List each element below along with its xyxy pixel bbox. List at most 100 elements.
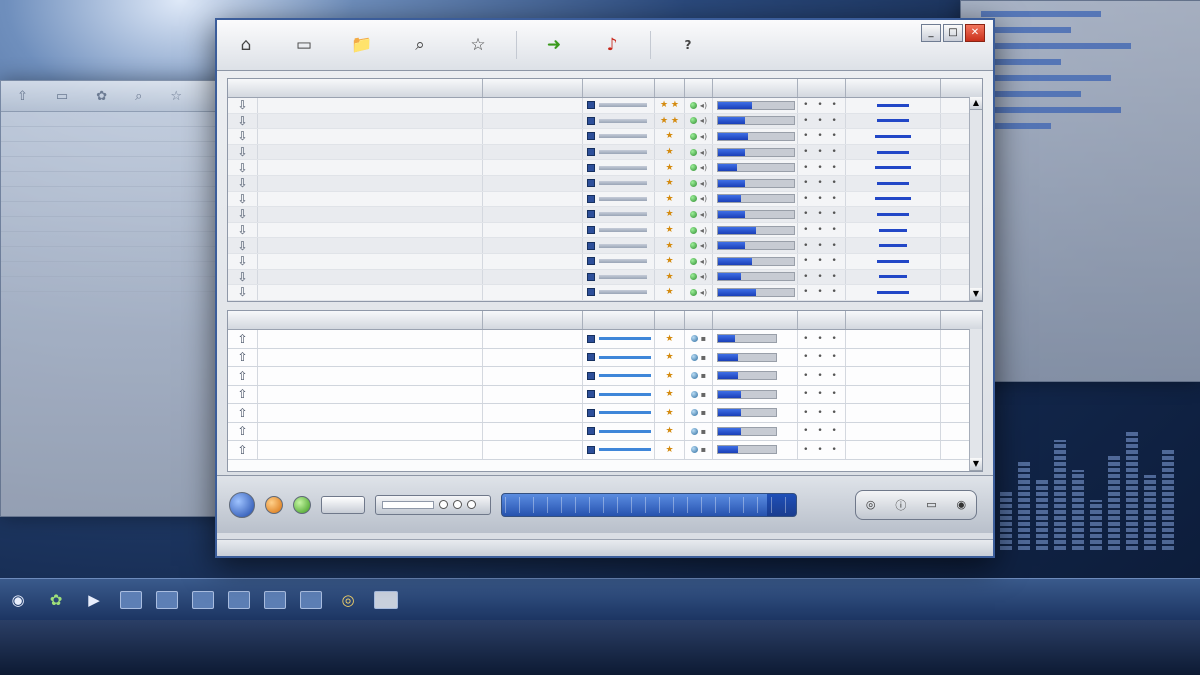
column-header[interactable] bbox=[798, 311, 846, 329]
scroll-down-arrow-icon[interactable]: ▼ bbox=[970, 458, 982, 471]
table-row[interactable]: ⇩★◂)• • • bbox=[228, 207, 982, 223]
record-button[interactable] bbox=[265, 495, 283, 514]
option-dot-icon[interactable] bbox=[467, 500, 476, 509]
window-icon[interactable] bbox=[120, 590, 142, 609]
info-icon[interactable]: ⓘ bbox=[895, 497, 906, 513]
artist-cell bbox=[483, 422, 583, 440]
column-header[interactable] bbox=[846, 311, 941, 329]
table-row[interactable]: ⇩★◂)• • • bbox=[228, 300, 982, 301]
progress-bar bbox=[717, 408, 777, 418]
disc-icon[interactable]: ◎ bbox=[336, 588, 360, 612]
progress-fill bbox=[718, 242, 745, 250]
volume-slider[interactable] bbox=[382, 500, 434, 509]
globe-icon[interactable]: ◉ bbox=[6, 588, 30, 612]
scroll-up-arrow-icon[interactable]: ▲ bbox=[970, 97, 982, 110]
home-icon[interactable]: ⌂ bbox=[217, 25, 275, 65]
forward-icon[interactable]: ➜ bbox=[525, 25, 583, 65]
column-header[interactable] bbox=[583, 79, 655, 97]
window-icon[interactable] bbox=[264, 590, 286, 609]
table-row[interactable]: ⇩★◂)• • • bbox=[228, 238, 982, 254]
rating-stars: ★ ★ bbox=[655, 98, 685, 113]
speed-bar bbox=[877, 212, 909, 216]
stop-button[interactable] bbox=[321, 495, 365, 514]
close-button[interactable]: ✕ bbox=[965, 24, 985, 42]
artist-cell bbox=[483, 144, 583, 160]
table-row[interactable]: ⇩★◂)• • • bbox=[228, 160, 982, 176]
globe-icon[interactable]: ◉ bbox=[956, 498, 966, 511]
play-button[interactable] bbox=[229, 491, 255, 518]
table-row[interactable]: ⇧ ★ ▪ • • • bbox=[228, 404, 982, 423]
scroll-down-arrow-icon[interactable]: ▼ bbox=[970, 288, 982, 301]
image-icon[interactable] bbox=[192, 590, 214, 609]
file-icon bbox=[587, 194, 595, 203]
table-row[interactable]: ⇩★◂)• • • bbox=[228, 175, 982, 192]
column-header[interactable] bbox=[685, 311, 713, 329]
table-row[interactable]: ⇧ ★ ▪ • • • bbox=[228, 385, 982, 404]
table-row[interactable]: ⇧ ★ ▪ • • • bbox=[228, 348, 982, 367]
window-icon[interactable] bbox=[228, 590, 250, 609]
chat-icon[interactable]: ▭ bbox=[275, 25, 333, 65]
status-cell: ◂) bbox=[685, 160, 713, 175]
option-dot-icon[interactable] bbox=[453, 500, 462, 509]
column-header[interactable] bbox=[228, 79, 483, 97]
table-row[interactable]: ⇩ ★ ★ ◂) • • • bbox=[228, 113, 982, 130]
playback-progress-bar[interactable] bbox=[501, 492, 797, 517]
window-icon[interactable] bbox=[156, 590, 178, 609]
scrollbar[interactable]: ▲ ▼ bbox=[969, 97, 982, 301]
blank-button[interactable] bbox=[374, 590, 398, 609]
progress-fill bbox=[718, 446, 739, 454]
table-row[interactable]: ⇧ ★ ▪ • • • bbox=[228, 422, 982, 441]
name-cell bbox=[258, 285, 483, 300]
column-header[interactable] bbox=[483, 79, 583, 97]
table-row[interactable]: ⇧ ★ ▪ • • • bbox=[228, 330, 982, 349]
go-button[interactable] bbox=[293, 495, 311, 514]
upload-list: ⇧ ★ ▪ • • • ⇧ ★ ▪ • • • ⇧ ★ ▪ • • • ⇧ ★ ▪ • • • ⇧ ★ ▪ • • •… bbox=[227, 310, 983, 472]
column-header[interactable] bbox=[228, 311, 483, 329]
column-header[interactable] bbox=[685, 79, 713, 97]
download-arrow-icon: ⇩ bbox=[228, 113, 258, 129]
column-header[interactable] bbox=[655, 79, 685, 97]
table-row[interactable]: ⇧ ★ ▪ • • • bbox=[228, 367, 982, 386]
toggle-icon[interactable]: ▭ bbox=[926, 498, 936, 511]
file-icon bbox=[587, 179, 595, 188]
column-header[interactable] bbox=[713, 311, 798, 329]
progress-bar bbox=[717, 334, 777, 344]
maximize-button[interactable]: □ bbox=[943, 24, 963, 42]
column-header[interactable] bbox=[846, 79, 941, 97]
music-note-icon[interactable]: ♪ bbox=[583, 25, 641, 65]
table-row[interactable]: ⇩★◂)• • • bbox=[228, 129, 982, 145]
search-icon[interactable]: ⌕ bbox=[391, 25, 449, 65]
speed-cell bbox=[846, 238, 941, 253]
column-header[interactable] bbox=[713, 79, 798, 97]
help-icon[interactable]: ? bbox=[659, 25, 717, 65]
table-row[interactable]: ⇩ ★ ★ ◂) • • • bbox=[228, 98, 982, 114]
progress-fill bbox=[718, 226, 756, 234]
star-icon[interactable]: ☆ bbox=[449, 25, 507, 65]
progress-cell bbox=[713, 98, 798, 113]
scrollbar[interactable]: ▼ bbox=[969, 329, 982, 471]
window-icon[interactable] bbox=[300, 590, 322, 609]
status-cell: ◂) bbox=[685, 222, 713, 238]
column-header[interactable] bbox=[798, 79, 846, 97]
option-dot-icon[interactable] bbox=[439, 500, 448, 509]
column-header[interactable] bbox=[483, 311, 583, 329]
paw-icon[interactable]: ✿ bbox=[44, 588, 68, 612]
table-row[interactable]: ⇩★◂)• • • bbox=[228, 144, 982, 161]
column-header[interactable] bbox=[655, 311, 685, 329]
table-row[interactable]: ⇧ ★ ▪ • • • bbox=[228, 441, 982, 460]
list-header bbox=[228, 79, 982, 98]
table-row[interactable]: ⇩★◂)• • • bbox=[228, 253, 982, 270]
play-icon[interactable]: ▶ bbox=[82, 588, 106, 612]
file-cell bbox=[583, 238, 655, 253]
folder-icon[interactable]: 📁 bbox=[333, 25, 391, 65]
status-dot-icon bbox=[689, 132, 697, 140]
table-row[interactable]: ⇩★◂)• • • bbox=[228, 222, 982, 239]
table-row[interactable]: ⇩★◂)• • • bbox=[228, 269, 982, 286]
volume-control[interactable] bbox=[375, 494, 491, 515]
table-row[interactable]: ⇩★◂)• • • bbox=[228, 285, 982, 301]
table-row[interactable]: ⇩★◂)• • • bbox=[228, 191, 982, 208]
file-name-bar bbox=[599, 429, 651, 433]
column-header[interactable] bbox=[583, 311, 655, 329]
minimize-button[interactable]: _ bbox=[921, 24, 941, 42]
settings-icon[interactable]: ◎ bbox=[866, 498, 876, 511]
